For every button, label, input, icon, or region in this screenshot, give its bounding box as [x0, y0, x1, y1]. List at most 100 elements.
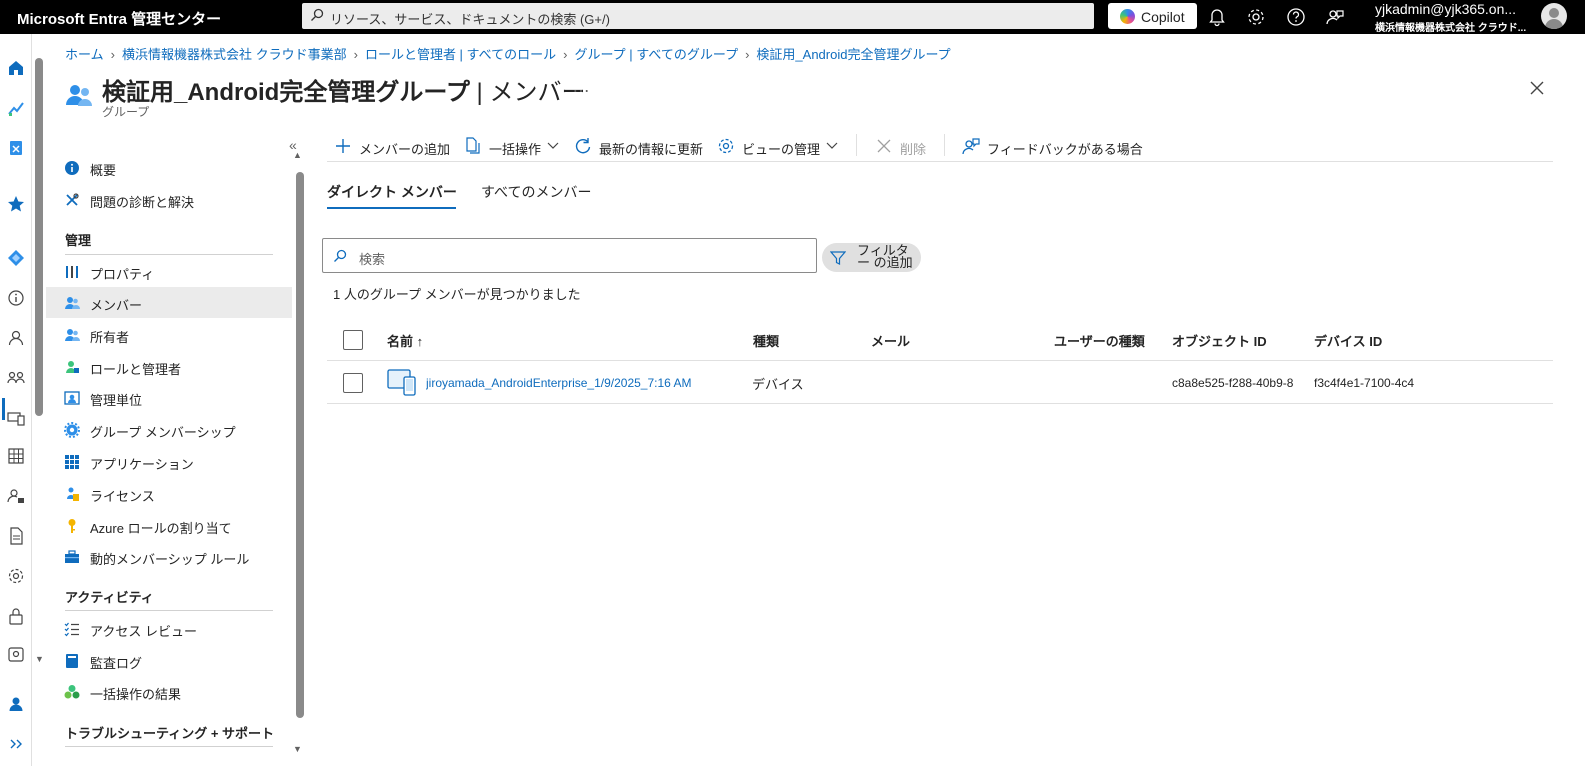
bell-icon[interactable] — [1206, 6, 1228, 28]
applications-icon[interactable] — [6, 446, 26, 466]
entra-diamond-icon[interactable] — [6, 248, 26, 268]
global-search-input[interactable]: リソース、サービス、ドキュメントの検索 (G+/) — [302, 3, 1094, 29]
nav-item-group-membership[interactable]: グループ メンバーシップ — [46, 414, 292, 445]
copilot-button[interactable]: Copilot — [1108, 3, 1197, 29]
member-type: デバイス — [752, 377, 804, 392]
column-header-type[interactable]: 種類 — [753, 331, 779, 350]
avatar[interactable] — [1541, 3, 1567, 29]
expand-rail-icon[interactable] — [6, 734, 26, 754]
roles-icon — [66, 361, 79, 373]
nav-item-label: 監査ログ — [90, 656, 143, 671]
select-all-checkbox[interactable] — [343, 330, 363, 350]
rail-scrollbar-thumb[interactable] — [35, 58, 43, 416]
nav-item-label: 概要 — [90, 163, 117, 178]
nav-item-dynamic-rules[interactable]: 動的メンバーシップ ルール — [46, 541, 292, 572]
nav-item-azure-role[interactable]: Azure ロールの割り当て — [46, 510, 292, 541]
verified-id-icon[interactable] — [6, 644, 26, 664]
nav-item-label: 問題の診断と解決 — [90, 195, 195, 210]
member-search-placeholder: 検索 — [359, 252, 386, 267]
nav-item-label: プロパティ — [90, 267, 155, 282]
breadcrumb-home[interactable]: ホーム — [65, 47, 104, 62]
nav-item-properties[interactable]: プロパティ — [46, 256, 292, 287]
lock-icon[interactable] — [6, 606, 26, 626]
nav-item-licenses[interactable]: ライセンス — [46, 478, 292, 509]
header-divider — [327, 360, 1553, 361]
star-icon[interactable] — [6, 194, 26, 214]
nav-item-applications[interactable]: アプリケーション — [46, 446, 292, 477]
nav-item-bulk-results[interactable]: 一括操作の結果 — [46, 676, 292, 707]
feedback-icon[interactable] — [1324, 6, 1346, 28]
breadcrumb-groups[interactable]: グループ | すべてのグループ — [574, 47, 738, 62]
info-circle-icon[interactable] — [6, 288, 26, 308]
more-options-button[interactable]: … — [572, 76, 590, 97]
column-header-name[interactable]: 名前 ↑ — [387, 331, 423, 350]
scroll-down-arrow-icon[interactable]: ▼ — [35, 654, 44, 664]
member-search-input[interactable]: 検索 — [322, 238, 817, 273]
member-name-link[interactable]: jiroyamada_AndroidEnterprise_1/9/2025_7:… — [426, 376, 692, 390]
device-icon — [387, 369, 416, 396]
nav-divider — [65, 746, 273, 747]
scroll-up-arrow-icon[interactable]: ▲ — [293, 150, 302, 160]
page-title-separator: | — [469, 79, 490, 106]
nav-divider — [65, 610, 273, 611]
breadcrumb-tenant[interactable]: 横浜情報機器株式会社 クラウド事業部 — [122, 47, 347, 62]
column-header-device-id[interactable]: デバイス ID — [1314, 331, 1382, 350]
favorites-chart-icon[interactable] — [6, 98, 26, 118]
breadcrumb-separator: › — [745, 47, 750, 62]
nav-item-access-reviews[interactable]: アクセス レビュー — [46, 613, 292, 644]
breadcrumb-group[interactable]: 検証用_Android完全管理グループ — [756, 47, 950, 62]
copy-pages-icon — [466, 137, 480, 154]
breadcrumb-separator: › — [563, 47, 568, 62]
nav-scrollbar-thumb[interactable] — [296, 172, 304, 718]
nav-item-audit-logs[interactable]: 監査ログ — [46, 645, 292, 676]
feedback-person-icon — [962, 138, 980, 155]
nav-item-members[interactable]: メンバー — [46, 287, 292, 318]
delete-label: 削除 — [900, 142, 927, 157]
member-object-id: c8a8e525-f288-40b9-8 — [1172, 376, 1294, 390]
scroll-down-arrow-icon[interactable]: ▼ — [293, 744, 302, 754]
tab-direct-members[interactable]: ダイレクト メンバー — [327, 182, 457, 202]
learn-user-icon[interactable] — [6, 694, 26, 714]
rail-active-indicator — [2, 398, 5, 420]
breadcrumb-separator: › — [353, 47, 358, 62]
nav-item-diagnose[interactable]: 問題の診断と解決 — [46, 184, 292, 215]
user-tenant[interactable]: 横浜情報機器株式会社 クラウド... — [1375, 19, 1535, 34]
nav-item-roles[interactable]: ロールと管理者 — [46, 351, 292, 382]
column-header-object-id[interactable]: オブジェクト ID — [1172, 331, 1267, 350]
home-icon[interactable] — [6, 58, 26, 78]
groups-icon[interactable] — [6, 368, 26, 388]
search-icon — [311, 8, 324, 21]
user-icon[interactable] — [6, 328, 26, 348]
app-title[interactable]: Microsoft Entra 管理センター — [17, 8, 221, 29]
close-icon[interactable] — [1527, 78, 1547, 98]
page-title-group: 検証用_Android完全管理グループ — [102, 79, 470, 106]
key-icon — [68, 519, 76, 533]
rail-scrollbar[interactable]: ▼ — [33, 34, 45, 766]
tab-all-members[interactable]: すべてのメンバー — [481, 182, 591, 202]
row-checkbox[interactable] — [343, 373, 363, 393]
breadcrumb-roles[interactable]: ロールと管理者 | すべてのロール — [365, 47, 556, 62]
nav-item-overview[interactable]: 概要 — [46, 152, 292, 183]
command-bar: メンバーの追加 一括操作 最新の情報に更新 ビューの管理 削除 フィードバックが… — [327, 130, 1553, 162]
members-icon — [65, 297, 80, 309]
filter-icon — [830, 251, 846, 265]
gear-icon[interactable] — [1245, 6, 1267, 28]
nav-item-label: 所有者 — [90, 330, 130, 345]
identity-icon[interactable] — [6, 138, 26, 158]
protection-icon[interactable] — [6, 486, 26, 506]
info-icon — [65, 161, 79, 175]
side-nav: 概要 問題の診断と解決 管理 プロパティ メンバー 所有者 ロールと管理者 管理… — [46, 150, 294, 766]
column-header-user-type[interactable]: ユーザーの種類 — [1054, 331, 1145, 350]
nav-item-owners[interactable]: 所有者 — [46, 319, 292, 350]
copilot-label: Copilot — [1141, 9, 1185, 25]
nav-item-admin-units[interactable]: 管理単位 — [46, 382, 292, 413]
column-header-mail[interactable]: メール — [871, 331, 910, 350]
add-filter-button[interactable]: フィルター の追加 — [822, 243, 921, 272]
nav-section-manage: 管理 — [65, 233, 92, 248]
settings-icon[interactable] — [6, 566, 26, 586]
page-title: 検証用_Android完全管理グループ | メンバー — [102, 72, 585, 107]
document-icon[interactable] — [6, 526, 26, 546]
help-icon[interactable] — [1285, 6, 1307, 28]
user-name[interactable]: yjkadmin@yjk365.on... — [1375, 1, 1535, 17]
devices-icon[interactable] — [6, 408, 26, 428]
